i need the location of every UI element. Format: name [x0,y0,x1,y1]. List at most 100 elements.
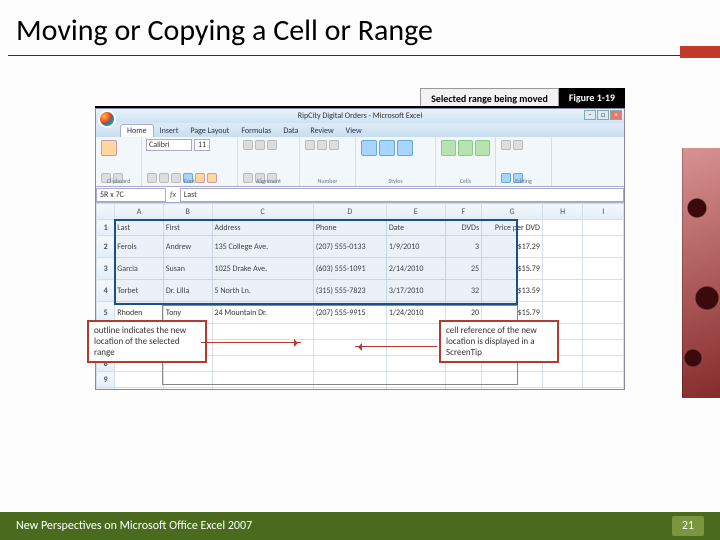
row-header[interactable]: 3 [97,258,115,280]
cell[interactable]: 5 North Ln. [212,280,313,302]
delete-cell-icon[interactable] [458,140,473,156]
tab-page-layout[interactable]: Page Layout [184,125,235,137]
cell[interactable] [386,356,445,372]
row-header[interactable]: 4 [97,280,115,302]
cell[interactable] [542,220,583,236]
cell[interactable] [583,258,624,280]
cell-styles-icon[interactable] [397,140,413,156]
comma-icon[interactable] [329,140,339,150]
cell[interactable] [583,220,624,236]
row-header[interactable]: 10 [97,388,115,390]
cell[interactable]: 3/17/2010 [386,280,445,302]
col-header[interactable]: C [212,204,313,220]
cell[interactable]: First [163,220,212,236]
cell[interactable]: DVDs [445,220,481,236]
font-size-box[interactable]: 11 [194,139,210,151]
cell[interactable]: Last [115,220,164,236]
col-header[interactable]: G [482,204,543,220]
format-cell-icon[interactable] [475,140,490,156]
cell[interactable]: Address [212,220,313,236]
table-row[interactable]: 2FerolsAndrew135 College Ave.(207) 555-0… [97,236,624,258]
cell[interactable]: 24 Mountain Dr. [212,302,313,324]
cell[interactable] [583,324,624,340]
cell[interactable] [583,302,624,324]
row-header[interactable]: 9 [97,372,115,388]
cond-format-icon[interactable] [361,140,377,156]
cell[interactable]: $17.29 [482,236,543,258]
cell[interactable] [583,340,624,356]
cell[interactable] [386,372,445,388]
cell[interactable]: (207) 555-9915 [313,302,386,324]
col-header[interactable]: H [542,204,583,220]
cell[interactable] [386,388,445,390]
cell[interactable] [542,280,583,302]
col-header[interactable]: I [583,204,624,220]
formula-bar[interactable]: Last [180,188,624,202]
cell[interactable]: (207) 555-0133 [313,236,386,258]
autosum-icon[interactable] [501,140,511,150]
cell[interactable]: 25 [445,258,481,280]
insert-cell-icon[interactable] [441,140,456,156]
row-header[interactable]: 2 [97,236,115,258]
office-button-icon[interactable] [98,110,116,128]
cell[interactable] [313,324,386,340]
cell[interactable] [212,388,313,390]
cell[interactable] [583,280,624,302]
col-header[interactable]: A [115,204,164,220]
cell[interactable] [583,372,624,388]
cell[interactable] [482,388,543,390]
tab-formulas[interactable]: Formulas [235,125,277,137]
maximize-button[interactable]: □ [597,110,609,120]
cell[interactable] [313,340,386,356]
cell[interactable]: Phone [313,220,386,236]
cell[interactable]: 32 [445,280,481,302]
table-row[interactable]: 4TorbetDr. Lilla5 North Ln.(315) 555-782… [97,280,624,302]
cell[interactable]: (315) 555-7823 [313,280,386,302]
cell[interactable] [163,388,212,390]
paste-icon[interactable] [101,140,117,156]
row-header[interactable]: 1 [97,220,115,236]
align-icon[interactable] [267,140,277,150]
cell[interactable] [313,356,386,372]
name-box[interactable]: 5R x 7C [96,188,166,202]
column-headers[interactable]: A B C D E F G H I [97,204,624,220]
col-header[interactable]: F [445,204,481,220]
cell[interactable] [542,372,583,388]
cell[interactable] [212,324,313,340]
cell[interactable] [212,356,313,372]
table-row[interactable]: 1LastFirstAddressPhoneDateDVDsPrice per … [97,220,624,236]
tab-insert[interactable]: Insert [154,125,185,137]
cell[interactable]: 1/24/2010 [386,302,445,324]
currency-icon[interactable] [305,140,315,150]
percent-icon[interactable] [317,140,327,150]
cell[interactable]: 1025 Drake Ave. [212,258,313,280]
cell[interactable] [163,372,212,388]
col-header[interactable]: E [386,204,445,220]
minimize-button[interactable]: – [584,110,596,120]
cell[interactable]: Torbet [115,280,164,302]
table-row[interactable]: 9 [97,372,624,388]
fill-icon[interactable] [513,140,523,150]
cell[interactable]: 1/9/2010 [386,236,445,258]
cell[interactable] [115,388,164,390]
cell[interactable] [445,372,481,388]
cell[interactable] [583,236,624,258]
cell[interactable] [445,388,481,390]
align-icon[interactable] [255,140,265,150]
cell[interactable]: 135 College Ave. [212,236,313,258]
table-row[interactable]: 3GarciaSusan1025 Drake Ave.(603) 555-109… [97,258,624,280]
cell[interactable]: $15.79 [482,258,543,280]
cell[interactable] [386,340,445,356]
cell[interactable]: Dr. Lilla [163,280,212,302]
col-header[interactable]: D [313,204,386,220]
cell[interactable] [313,372,386,388]
tab-view[interactable]: View [340,125,368,137]
cell[interactable]: Date [386,220,445,236]
tab-data[interactable]: Data [277,125,304,137]
font-name-box[interactable]: Calibri [146,139,192,151]
cell[interactable] [542,258,583,280]
cell[interactable] [482,372,543,388]
cell[interactable]: (603) 555-1091 [313,258,386,280]
fx-icon[interactable]: fx [170,190,176,200]
cell[interactable] [583,388,624,390]
